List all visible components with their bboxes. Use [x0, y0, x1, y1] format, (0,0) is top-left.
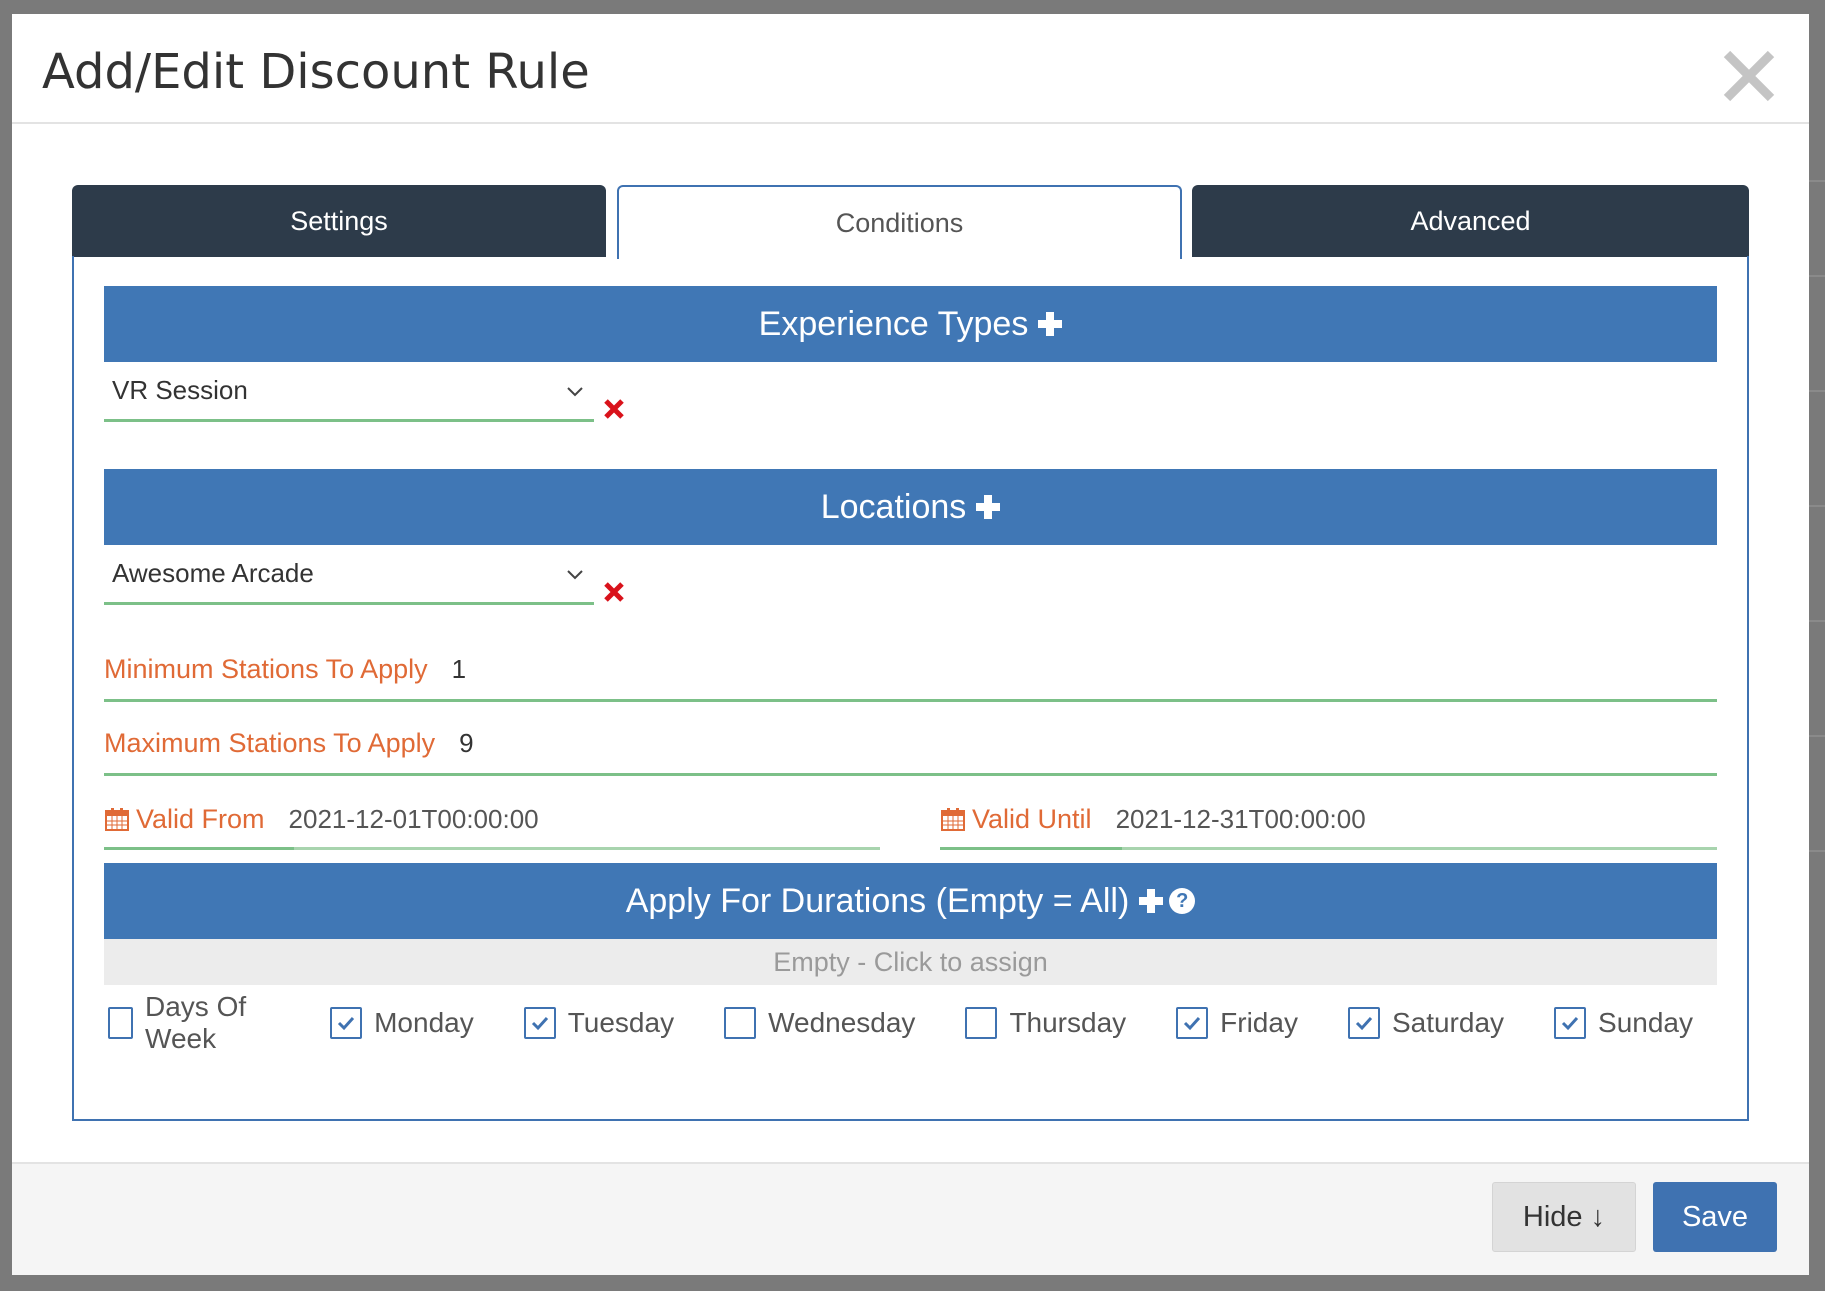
- save-button[interactable]: Save: [1653, 1182, 1777, 1252]
- backdrop-divider: [1807, 275, 1825, 277]
- durations-header: Apply For Durations (Empty = All) ?: [104, 863, 1717, 939]
- tab-label: Conditions: [835, 207, 964, 238]
- backdrop-divider: [1807, 505, 1825, 507]
- select-value: VR Session: [112, 375, 248, 405]
- remove-experience-type-icon[interactable]: [602, 397, 626, 421]
- field-value: 2021-12-01T00:00:00: [288, 803, 539, 834]
- backdrop-divider: [1807, 390, 1825, 392]
- check-icon: [1184, 1016, 1201, 1031]
- modal-title: Add/Edit Discount Rule: [42, 44, 590, 100]
- day-checkbox-wednesday[interactable]: Wednesday: [720, 1007, 915, 1039]
- hide-button[interactable]: Hide ↓: [1492, 1182, 1636, 1252]
- calendar-icon: [105, 808, 129, 831]
- chevron-down-icon: [567, 569, 583, 579]
- day-label: Tuesday: [567, 1007, 675, 1038]
- chevron-down-icon: [567, 386, 583, 396]
- day-label: Saturday: [1391, 1007, 1505, 1038]
- field-underline: [294, 847, 880, 850]
- section-title: Locations: [820, 487, 967, 526]
- discount-rule-modal: Add/Edit Discount Rule Settings Conditio…: [12, 14, 1809, 1275]
- tab-settings[interactable]: Settings: [72, 185, 606, 257]
- backdrop-divider: [1807, 735, 1825, 737]
- field-underline: [104, 847, 294, 850]
- tab-label: Advanced: [1410, 205, 1531, 236]
- checkbox-checked[interactable]: [330, 1007, 363, 1039]
- section-title: Experience Types: [758, 304, 1029, 343]
- locations-header: Locations: [104, 469, 1717, 545]
- checkbox-checked[interactable]: [1347, 1007, 1380, 1039]
- tab-conditions[interactable]: Conditions: [617, 185, 1182, 259]
- day-checkbox-sunday[interactable]: Sunday: [1550, 1007, 1693, 1039]
- tab-advanced[interactable]: Advanced: [1192, 185, 1749, 257]
- conditions-panel: Experience Types VR Session Locations Aw…: [72, 256, 1749, 1121]
- field-value: 2021-12-31T00:00:00: [1115, 803, 1366, 834]
- tab-label: Settings: [290, 205, 388, 236]
- add-experience-type-icon[interactable]: [1038, 312, 1063, 336]
- valid-until-field[interactable]: Valid Until 2021-12-31T00:00:00: [940, 788, 1717, 850]
- durations-empty-assign[interactable]: Empty - Click to assign: [104, 939, 1717, 985]
- add-location-icon[interactable]: [976, 495, 1001, 519]
- experience-type-select[interactable]: VR Session: [104, 362, 594, 422]
- field-underline: [1122, 847, 1717, 850]
- check-icon: [1561, 1016, 1579, 1031]
- valid-from-field[interactable]: Valid From 2021-12-01T00:00:00: [104, 788, 880, 850]
- checkbox-checked[interactable]: [1176, 1007, 1209, 1039]
- calendar-icon: [941, 808, 965, 831]
- help-icon[interactable]: ?: [1169, 888, 1196, 914]
- experience-types-header: Experience Types: [104, 286, 1717, 362]
- day-checkbox-tuesday[interactable]: Tuesday: [520, 1007, 674, 1039]
- day-label: Sunday: [1598, 1007, 1693, 1038]
- tab-bar: Settings Conditions Advanced: [72, 185, 1749, 259]
- day-label: Monday: [374, 1007, 474, 1038]
- field-value: 1: [451, 654, 467, 684]
- checkbox-unchecked[interactable]: [108, 1007, 134, 1039]
- field-label: Minimum Stations To Apply: [104, 654, 428, 684]
- field-value: 9: [459, 728, 474, 758]
- backdrop-divider: [1807, 620, 1825, 622]
- section-title: Apply For Durations (Empty = All): [625, 881, 1130, 920]
- check-icon: [1355, 1016, 1373, 1031]
- close-icon[interactable]: [1721, 48, 1777, 104]
- field-label: Valid Until: [972, 803, 1092, 834]
- modal-footer: Hide ↓ Save: [12, 1162, 1809, 1275]
- modal-header: Add/Edit Discount Rule: [12, 14, 1809, 124]
- add-duration-icon[interactable]: [1139, 889, 1164, 913]
- day-checkbox-thursday[interactable]: Thursday: [961, 1007, 1126, 1039]
- day-label: Friday: [1220, 1007, 1298, 1038]
- day-checkbox-friday[interactable]: Friday: [1172, 1007, 1298, 1039]
- checkbox-unchecked[interactable]: [724, 1007, 757, 1039]
- select-value: Awesome Arcade: [112, 558, 314, 588]
- day-checkbox-monday[interactable]: Monday: [326, 1007, 474, 1039]
- day-label: Days Of Week: [145, 991, 247, 1054]
- remove-location-icon[interactable]: [602, 580, 626, 604]
- checkbox-unchecked[interactable]: [965, 1007, 998, 1039]
- checkbox-checked[interactable]: [523, 1007, 556, 1039]
- checkbox-checked[interactable]: [1554, 1007, 1587, 1039]
- field-label: Valid From: [136, 803, 265, 834]
- check-icon: [338, 1016, 355, 1031]
- day-label: Wednesday: [768, 1007, 916, 1038]
- location-select[interactable]: Awesome Arcade: [104, 545, 594, 605]
- days-of-week-row: Days Of Week Monday Tuesday Wednesday Thursd…: [104, 991, 1717, 1054]
- check-icon: [531, 1016, 548, 1031]
- field-underline: [940, 847, 1122, 850]
- min-stations-field[interactable]: Minimum Stations To Apply 1: [104, 640, 1717, 702]
- field-label: Maximum Stations To Apply: [104, 728, 436, 758]
- backdrop-divider: [1807, 850, 1825, 852]
- day-checkbox-saturday[interactable]: Saturday: [1344, 1007, 1504, 1039]
- backdrop-divider: [1807, 180, 1825, 182]
- max-stations-field[interactable]: Maximum Stations To Apply 9: [104, 714, 1717, 776]
- day-label: Thursday: [1009, 1007, 1127, 1038]
- day-checkbox-days-of-week[interactable]: Days Of Week: [104, 991, 280, 1055]
